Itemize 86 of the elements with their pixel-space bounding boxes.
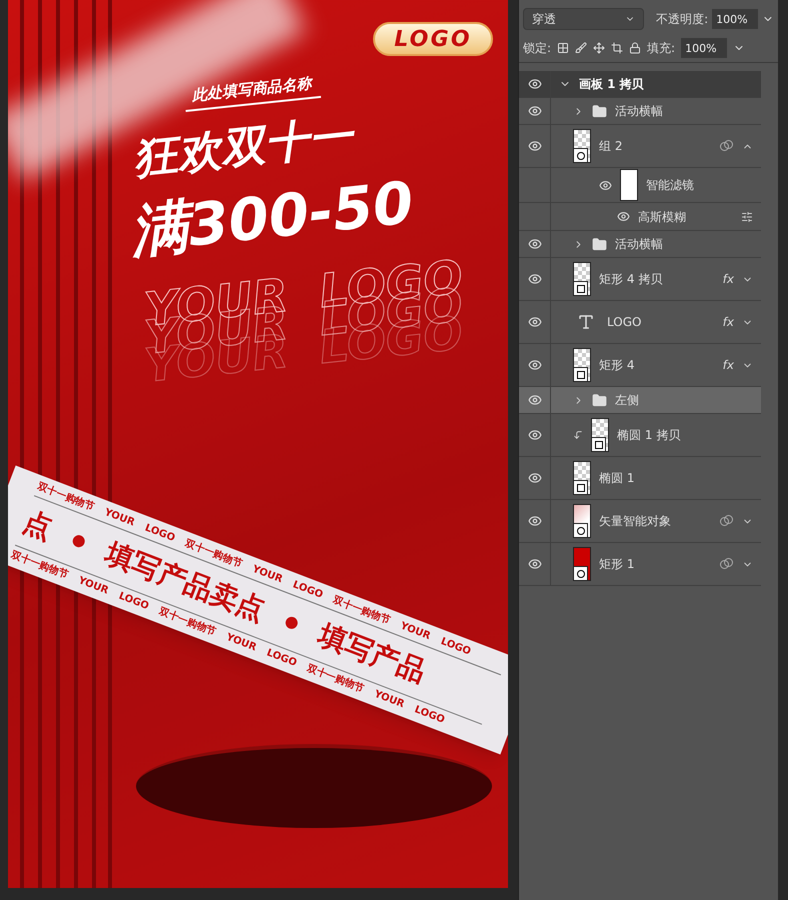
lock-icon[interactable] [629,42,642,54]
eye-icon[interactable] [528,557,542,571]
layer-name: 左侧 [615,392,639,409]
layer-name: 画板 1 拷贝 [579,76,644,93]
layer-row[interactable]: 左侧 [519,387,761,414]
layer-name: 矢量智能对象 [599,513,671,530]
headline: 狂欢双十一 [131,114,355,182]
opacity-field[interactable]: 100% [712,9,758,29]
effects-label: fx [722,357,734,374]
strip-text: LOGO [142,522,178,546]
layer-name: LOGO [607,314,642,331]
eye-icon[interactable] [528,514,542,528]
layer-row[interactable]: 组 2 [519,125,761,168]
eye-icon[interactable] [528,77,542,91]
fill-label: 填充: [647,40,676,57]
strip-text: LOGO [116,590,151,614]
strip-text: 双十一购物节 [304,662,366,697]
strip-text: LOGO [264,646,299,671]
lock-pixels-icon[interactable] [557,42,570,54]
filter-mask-thumbnail [620,169,638,201]
layer-row[interactable]: 活动横幅 [519,98,761,125]
folder-icon [592,236,607,252]
layer-name: 椭圆 1 [599,470,634,487]
smart-object-icon [720,140,734,152]
crop-icon[interactable] [611,42,624,54]
layer-name: 活动横幅 [615,103,663,120]
effects-label: fx [722,314,734,331]
opacity-label: 不透明度: [656,11,708,28]
layer-thumbnail [573,547,591,581]
fill-field[interactable]: 100% [681,38,728,58]
layer-name: 椭圆 1 拷贝 [617,427,680,444]
effects-label: fx [722,271,734,288]
banner-text: 点 [20,507,56,544]
layer-name: 组 2 [599,138,622,155]
layer-thumbnail [591,418,609,452]
strip-text: 双十一购物节 [332,594,392,627]
layer-thumbnail [573,348,591,382]
blend-mode-dropdown[interactable]: 穿透 [523,8,644,30]
strip-text: 双十一购物节 [156,606,218,640]
strip-text: LOGO [412,703,447,728]
logo-badge: LOGO [373,22,493,56]
layer-row[interactable]: 矩形 4 拷贝 fx [519,258,761,301]
folder-icon [592,104,607,118]
layer-thumbnail [573,129,591,163]
eye-icon[interactable] [528,237,542,251]
layer-row[interactable]: 活动横幅 [519,231,761,258]
layer-row[interactable]: 矩形 4 fx [519,344,761,387]
lock-label: 锁定: [523,40,552,57]
smart-object-icon [720,515,734,527]
layer-name: 矩形 4 [599,357,634,374]
layer-name: 矩形 4 拷贝 [599,271,662,288]
text-layer-icon [577,313,595,331]
layer-row[interactable]: LOGO fx [519,301,761,344]
layer-row[interactable]: 智能滤镜 [519,168,761,203]
layer-thumbnail [573,504,591,538]
move-icon[interactable] [593,42,606,54]
layer-row[interactable]: 椭圆 1 [519,457,761,500]
eye-icon[interactable] [528,104,542,118]
layer-row[interactable]: 高斯模糊 [519,203,761,231]
folder-icon [592,392,607,408]
strip-text: 双十一购物节 [184,536,244,570]
eye-icon[interactable] [528,358,542,372]
layer-row[interactable]: 矩形 1 [519,543,761,586]
brush-icon[interactable] [575,42,588,54]
eye-icon[interactable] [528,393,542,407]
smart-object-icon [720,558,734,570]
strip-text: 双十一购物节 [8,548,70,583]
layer-name: 活动横幅 [615,236,663,253]
eye-icon[interactable] [617,210,630,223]
layer-thumbnail [573,262,591,296]
layer-name: 矩形 1 [599,556,634,573]
eye-icon[interactable] [528,428,542,442]
layer-name: 智能滤镜 [646,177,694,194]
eye-icon[interactable] [599,178,612,192]
strip-text: LOGO [438,635,473,660]
layer-row[interactable]: 椭圆 1 拷贝 [519,414,761,457]
strip-text: LOGO [290,578,326,603]
layer-thumbnail [573,461,591,495]
eye-icon[interactable] [528,471,542,485]
eye-icon[interactable] [528,139,542,153]
layer-row[interactable]: 画板 1 拷贝 [519,71,761,98]
filter-options-icon[interactable] [741,210,753,222]
layer-row[interactable]: 矢量智能对象 [519,500,761,543]
layer-name: 高斯模糊 [638,208,686,226]
eye-icon[interactable] [528,272,542,286]
eye-icon[interactable] [528,315,542,329]
